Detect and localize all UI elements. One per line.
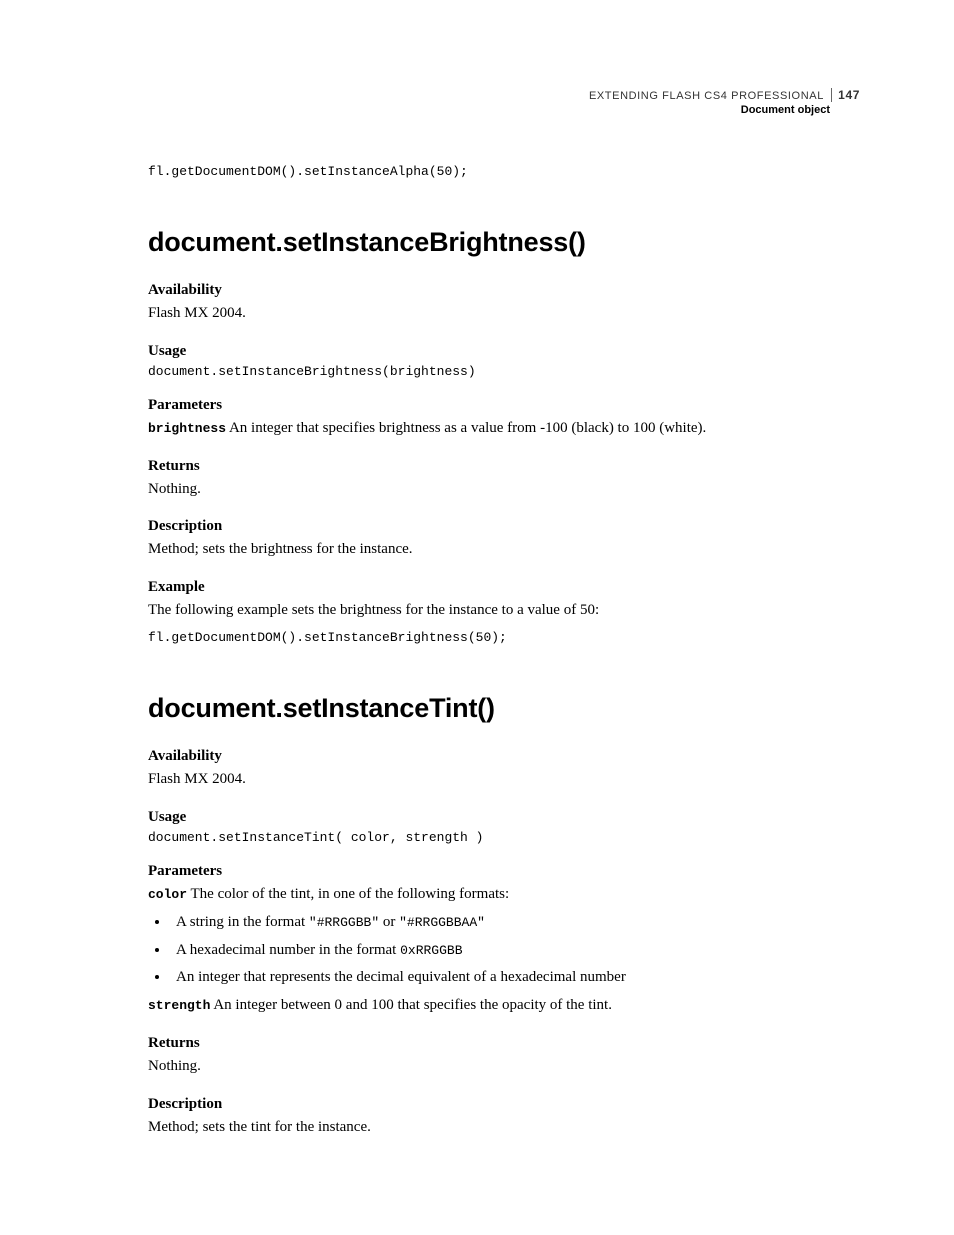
example-label: Example [148,579,860,596]
list-item: A hexadecimal number in the format 0xRRG… [170,939,860,962]
description-section-1: Description Method; sets the brightness … [148,518,860,561]
description-label: Description [148,518,860,535]
running-head: EXTENDING FLASH CS4 PROFESSIONAL 147 Doc… [148,88,860,116]
usage-code-2: document.setInstanceTint( color, strengt… [148,830,860,845]
color-format-list: A string in the format "#RRGGBB" or "#RR… [148,911,860,989]
usage-section-2: Usage document.setInstanceTint( color, s… [148,809,860,845]
running-head-line1: EXTENDING FLASH CS4 PROFESSIONAL 147 [148,88,860,102]
example-text: The following example sets the brightnes… [148,600,860,622]
parameter-line-color: color The color of the tint, in one of t… [148,884,860,906]
page-number: 147 [831,88,860,102]
description-section-2: Description Method; sets the tint for th… [148,1096,860,1139]
usage-code: document.setInstanceBrightness(brightnes… [148,364,860,379]
returns-label: Returns [148,458,860,475]
param-desc-strength: An integer between 0 and 100 that specif… [210,997,612,1013]
availability-text: Flash MX 2004. [148,303,860,325]
param-name-strength: strength [148,998,210,1013]
parameter-line-strength: strength An integer between 0 and 100 th… [148,995,860,1017]
parameters-label: Parameters [148,397,860,414]
availability-section-1: Availability Flash MX 2004. [148,282,860,325]
availability-text-2: Flash MX 2004. [148,769,860,791]
param-name-brightness: brightness [148,421,226,436]
description-label-2: Description [148,1096,860,1113]
bullet3-text: An integer that represents the decimal e… [176,969,626,985]
availability-section-2: Availability Flash MX 2004. [148,748,860,791]
returns-text: Nothing. [148,479,860,501]
availability-label: Availability [148,282,860,299]
chapter-name: Document object [148,104,860,116]
book-title-text: EXTENDING FLASH CS4 PROFESSIONAL [589,90,824,102]
returns-label-2: Returns [148,1035,860,1052]
description-text: Method; sets the brightness for the inst… [148,539,860,561]
list-item: An integer that represents the decimal e… [170,966,860,989]
usage-label: Usage [148,343,860,360]
page-content: EXTENDING FLASH CS4 PROFESSIONAL 147 Doc… [0,0,954,1214]
list-item: A string in the format "#RRGGBB" or "#RR… [170,911,860,934]
method-heading-tint: document.setInstanceTint() [148,693,860,724]
returns-section-1: Returns Nothing. [148,458,860,501]
parameters-label-2: Parameters [148,863,860,880]
method-heading-brightness: document.setInstanceBrightness() [148,227,860,258]
usage-label-2: Usage [148,809,860,826]
parameter-line: brightness An integer that specifies bri… [148,418,860,440]
bullet1-code2: "#RRGGBBAA" [399,915,485,930]
returns-section-2: Returns Nothing. [148,1035,860,1078]
param-name-color: color [148,887,187,902]
param-desc-brightness: An integer that specifies brightness as … [226,420,706,436]
bullet2-code: 0xRRGGBB [400,943,462,958]
code-snippet-top: fl.getDocumentDOM().setInstanceAlpha(50)… [148,164,860,179]
example-section-1: Example The following example sets the b… [148,579,860,645]
parameters-section-2: Parameters color The color of the tint, … [148,863,860,1017]
bullet1-code1: "#RRGGBB" [309,915,379,930]
description-text-2: Method; sets the tint for the instance. [148,1117,860,1139]
bullet1-text-a: A string in the format [176,914,309,930]
availability-label-2: Availability [148,748,860,765]
parameters-section-1: Parameters brightness An integer that sp… [148,397,860,440]
bullet1-text-b: or [379,914,399,930]
param-desc-color: The color of the tint, in one of the fol… [187,886,509,902]
usage-section-1: Usage document.setInstanceBrightness(bri… [148,343,860,379]
returns-text-2: Nothing. [148,1056,860,1078]
bullet2-text: A hexadecimal number in the format [176,942,400,958]
example-code: fl.getDocumentDOM().setInstanceBrightnes… [148,630,860,645]
